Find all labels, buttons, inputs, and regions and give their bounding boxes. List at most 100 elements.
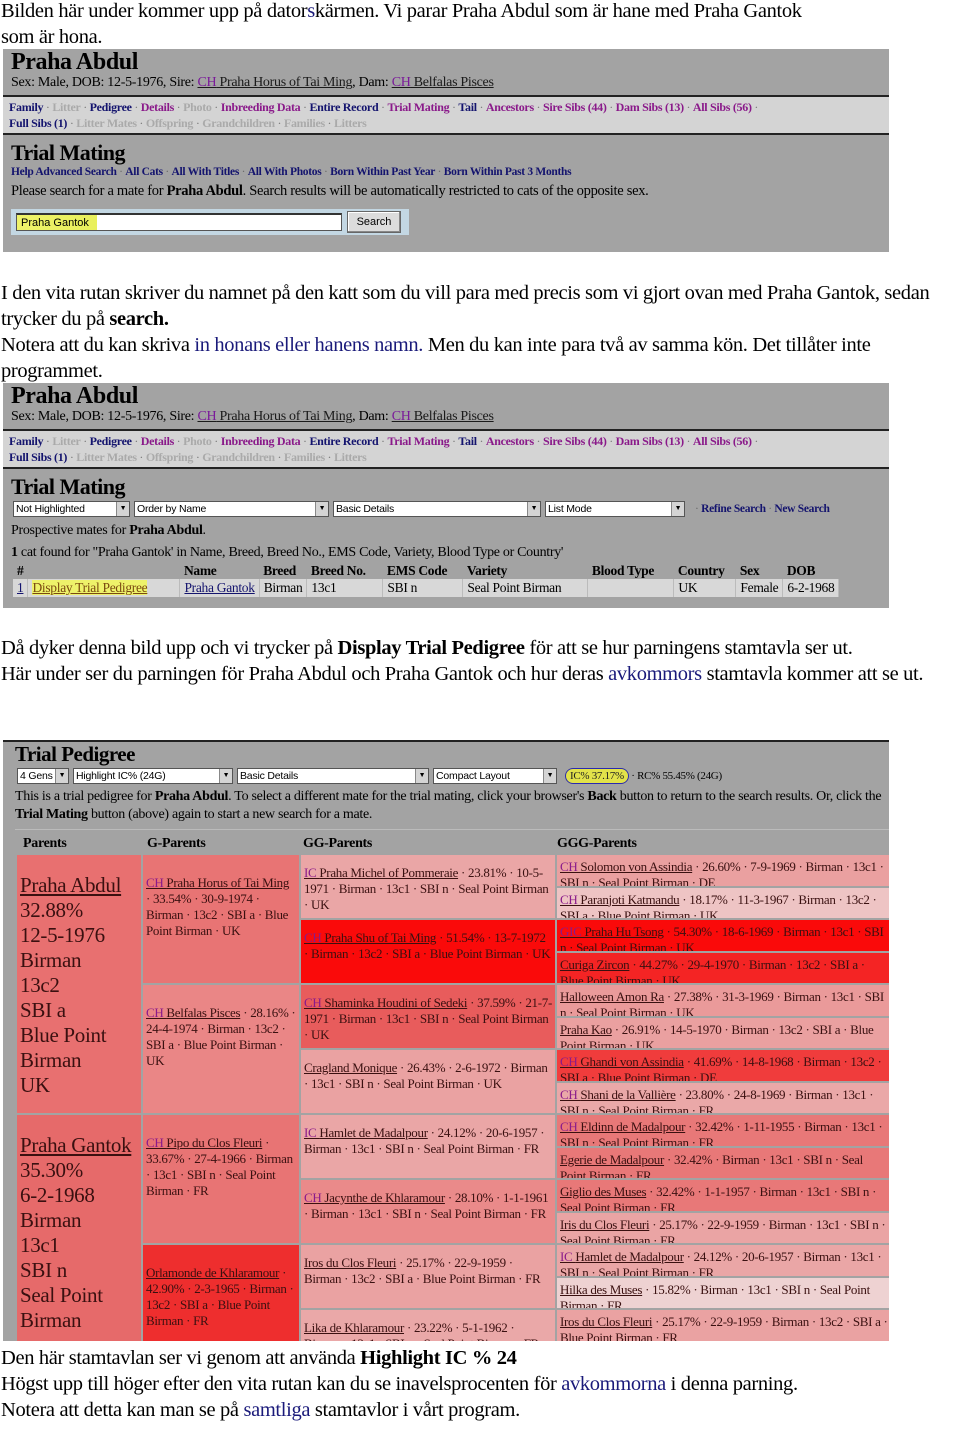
nav-item-dam-sibs-13[interactable]: Dam Sibs (13) <box>616 100 684 114</box>
chevron-down-icon: ▼ <box>527 502 540 516</box>
display-trial-pedigree-link[interactable]: Display Trial Pedigree <box>32 580 148 595</box>
cat-link[interactable]: Halloween Amon Ra <box>560 989 664 1004</box>
nav-item-inbreeding-data[interactable]: Inbreeding Data <box>221 100 301 114</box>
nav-item-details[interactable]: Details <box>141 434 175 448</box>
cat-link[interactable]: CH Ghandi von Assindia <box>560 1054 684 1069</box>
mode-select[interactable]: List Mode ▼ <box>545 501 685 517</box>
cat-link[interactable]: Hilka des Muses <box>560 1282 642 1297</box>
section-title: Trial Mating <box>11 140 125 165</box>
nav-item-ancestors[interactable]: Ancestors <box>486 100 534 114</box>
nav-item-all-sibs-56[interactable]: All Sibs (56) <box>693 100 752 114</box>
quick-link[interactable]: Born Within Past Year <box>330 166 435 178</box>
dam-link[interactable]: CH Belfalas Pisces <box>392 409 494 424</box>
cat-link[interactable]: CH Solomon von Assindia <box>560 859 692 874</box>
refine-search-link[interactable]: Refine Search <box>701 503 766 515</box>
nav-item-entire-record[interactable]: Entire Record <box>309 100 378 114</box>
separator: · <box>476 100 486 114</box>
pedigree-cell: CH Praha Shu of Tai Ming · 51.54% · 13-7… <box>301 920 555 983</box>
layout-select[interactable]: Compact Layout ▼ <box>433 768 557 784</box>
dam-link[interactable]: CH Belfalas Pisces <box>392 75 494 90</box>
inline-link[interactable]: avkommorna <box>561 1373 666 1395</box>
pedigree-cell: Iros du Clos Fleuri · 25.17% · 22-9-1959… <box>557 1310 889 1341</box>
cat-link[interactable]: Giglio des Muses <box>560 1184 647 1199</box>
title-badge: CH <box>146 1005 167 1020</box>
cat-link[interactable]: CH Eldinn de Madalpour <box>560 1119 686 1134</box>
row-number-link[interactable]: 1 <box>17 580 24 595</box>
cat-link[interactable]: IC Praha Michel of Pommeraie <box>304 865 458 880</box>
cat-link[interactable]: CH Jacynthe de Khlaramour <box>304 1190 445 1205</box>
cat-link[interactable]: CH Shaminka Houdini of Sedeki <box>304 995 468 1010</box>
separator: · <box>274 116 284 130</box>
quick-link[interactable]: All Cats <box>125 166 163 178</box>
highlight-select[interactable]: Highlight IC% (24G) ▼ <box>73 768 233 784</box>
cat-link[interactable]: CH Paranjoti Katmandu <box>560 892 680 907</box>
quick-link[interactable]: Help Advanced Search <box>11 166 117 178</box>
details-select[interactable]: Basic Details ▼ <box>237 768 429 784</box>
nav-item-trial-mating[interactable]: Trial Mating <box>387 434 449 448</box>
nav-item-ancestors[interactable]: Ancestors <box>486 434 534 448</box>
search-button[interactable]: Search <box>347 211 401 233</box>
cat-attribute: 35.30% <box>20 1158 83 1182</box>
sire-link[interactable]: CH Praha Horus of Tai Ming <box>197 75 352 90</box>
nav-item-trial-mating[interactable]: Trial Mating <box>387 100 449 114</box>
quick-link[interactable]: Born Within Past 3 Months <box>444 166 572 178</box>
nav-item-tail[interactable]: Tail <box>458 434 477 448</box>
nav-item-entire-record[interactable]: Entire Record <box>309 434 378 448</box>
cat-link[interactable]: Iros du Clos Fleuri <box>304 1255 396 1270</box>
nav-item-details[interactable]: Details <box>141 100 175 114</box>
cat-link[interactable]: GIC Praha Hu Tsong <box>560 924 664 939</box>
mate-search-input[interactable] <box>16 213 342 231</box>
inline-link[interactable]: in honans eller hanens namn. <box>194 334 423 356</box>
nav-item-inbreeding-data[interactable]: Inbreeding Data <box>221 434 301 448</box>
cat-link[interactable]: CH Shani de la Vallière <box>560 1087 676 1102</box>
cat-link[interactable]: CH Praha Shu of Tai Ming <box>304 930 436 945</box>
cat-link[interactable]: IC Hamlet de Madalpour <box>304 1125 428 1140</box>
cat-link[interactable]: CH Belfalas Pisces <box>146 1005 241 1020</box>
quick-link[interactable]: All With Photos <box>248 166 322 178</box>
nav-item-family[interactable]: Family <box>9 100 44 114</box>
title-badge: IC <box>560 1249 576 1264</box>
nav-item-pedigree[interactable]: Pedigree <box>90 100 132 114</box>
nav-item-tail[interactable]: Tail <box>458 100 477 114</box>
generations-select[interactable]: 4 Gens ▼ <box>17 768 69 784</box>
pedigree-cell: Orlamonde de Khlaramour · 42.90% · 2-3-1… <box>143 1245 299 1341</box>
nav-item-sire-sibs-44[interactable]: Sire Sibs (44) <box>543 434 607 448</box>
nav-item-family[interactable]: Family <box>9 434 44 448</box>
cat-link[interactable]: IC Hamlet de Madalpour <box>560 1249 684 1264</box>
cat-link[interactable]: Egerie de Madalpour <box>560 1152 664 1167</box>
inline-link[interactable]: s <box>307 0 315 22</box>
nav-item-full-sibs-1[interactable]: Full Sibs (1) <box>9 116 67 130</box>
nav-item-dam-sibs-13[interactable]: Dam Sibs (13) <box>616 434 684 448</box>
new-search-link[interactable]: New Search <box>774 503 830 515</box>
cat-info: Sex: Male, DOB: 12-5-1976, Sire: CH Prah… <box>11 75 494 90</box>
inline-link[interactable]: avkommors <box>608 663 702 685</box>
cat-link[interactable]: Lika de Khlaramour <box>304 1320 404 1335</box>
sire-link[interactable]: CH Praha Horus of Tai Ming <box>197 409 352 424</box>
separator: · <box>683 434 693 448</box>
nav-item-sire-sibs-44[interactable]: Sire Sibs (44) <box>543 100 607 114</box>
separator: · <box>435 166 444 178</box>
nav-item-all-sibs-56[interactable]: All Sibs (56) <box>693 434 752 448</box>
separator: · <box>43 100 53 114</box>
cat-link[interactable]: Praha Abdul <box>20 873 121 897</box>
pedigree-cell: CH Paranjoti Katmandu · 18.17% · 11-3-19… <box>557 887 889 918</box>
cat-name-link[interactable]: Praha Gantok <box>184 580 255 595</box>
cat-link[interactable]: CH Praha Horus of Tai Ming <box>146 875 289 890</box>
highlight-select[interactable]: Not Highlighted ▼ <box>13 501 130 517</box>
cat-link[interactable]: Curiga Zircon <box>560 957 630 972</box>
quick-link[interactable]: All With Titles <box>172 166 240 178</box>
cat-link[interactable]: Iris du Clos Fleuri <box>560 1217 650 1232</box>
inline-link[interactable]: samtliga <box>243 1399 310 1421</box>
cat-link[interactable]: Praha Kao <box>560 1022 612 1037</box>
cat-link[interactable]: CH Pipo du Clos Fleuri <box>146 1135 263 1150</box>
cat-link[interactable]: Cragland Monique <box>304 1060 397 1075</box>
order-select[interactable]: Order by Name ▼ <box>134 501 329 517</box>
pedigree-options-row: 4 Gens ▼ Highlight IC% (24G) ▼ Basic Detai… <box>3 766 889 784</box>
cat-link[interactable]: Praha Gantok <box>20 1133 132 1157</box>
cat-link[interactable]: Iros du Clos Fleuri <box>560 1314 652 1329</box>
nav-item-pedigree[interactable]: Pedigree <box>90 434 132 448</box>
details-select[interactable]: Basic Details ▼ <box>333 501 541 517</box>
nav-item-full-sibs-1[interactable]: Full Sibs (1) <box>9 450 67 464</box>
cat-link[interactable]: Orlamonde de Khlaramour <box>146 1265 279 1280</box>
pedigree-cell: Hilka des Muses · 15.82% · Birman · 13c1… <box>557 1277 889 1308</box>
